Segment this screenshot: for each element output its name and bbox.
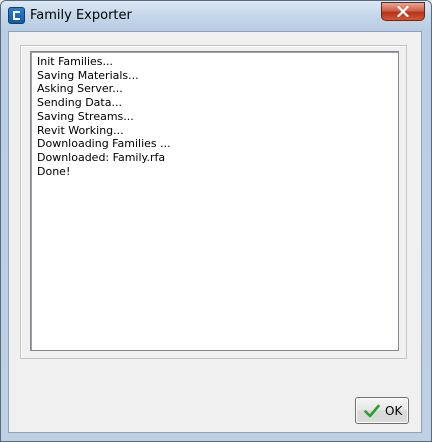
window-title: Family Exporter <box>30 8 132 23</box>
log-line: Saving Streams... <box>37 109 134 123</box>
log-line: Init Families... <box>37 55 114 68</box>
app-icon <box>8 7 25 24</box>
title-bar[interactable]: Family Exporter <box>1 1 431 31</box>
log-line: Asking Server... <box>37 82 123 96</box>
ok-button[interactable]: OK <box>355 397 409 424</box>
ok-button-label: OK <box>385 404 403 418</box>
close-button[interactable] <box>381 2 425 21</box>
log-line: Downloaded: Family.rfa <box>37 150 166 164</box>
log-textbox[interactable]: Init Families... Saving Materials... Ask… <box>30 51 399 351</box>
log-line: Revit Working... <box>37 123 124 137</box>
log-line: Downloading Families ... <box>37 137 171 151</box>
checkmark-icon <box>364 404 380 418</box>
log-line: Done! <box>37 164 71 178</box>
log-line: Saving Materials... <box>37 68 139 82</box>
log-line: Sending Data... <box>37 96 122 110</box>
close-icon <box>397 6 409 17</box>
